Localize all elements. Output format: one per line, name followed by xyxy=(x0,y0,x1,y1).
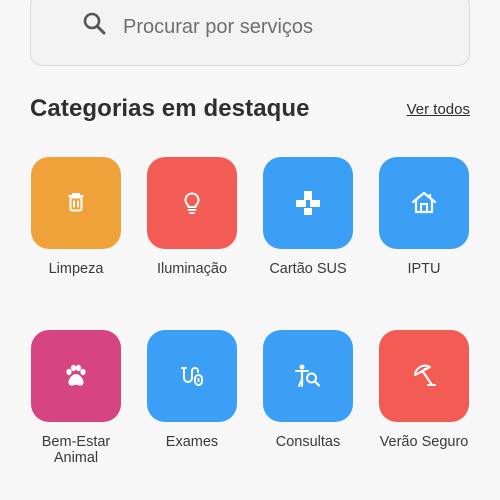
category-exames[interactable]: Exames xyxy=(134,330,250,450)
paw-icon xyxy=(62,362,90,390)
doctor-search-icon xyxy=(294,362,322,390)
house-icon xyxy=(410,189,438,217)
trash-icon xyxy=(63,190,89,216)
category-card[interactable] xyxy=(31,157,121,249)
category-card[interactable] xyxy=(31,330,121,422)
test-tube-icon xyxy=(178,362,206,390)
category-limpeza[interactable]: Limpeza xyxy=(18,157,134,277)
umbrella-icon xyxy=(410,362,438,390)
health-card-icon xyxy=(294,189,322,217)
category-label: Consultas xyxy=(275,434,341,450)
category-label: Verão Seguro xyxy=(379,434,469,450)
category-verao-seguro[interactable]: Verão Seguro xyxy=(366,330,482,450)
category-card[interactable] xyxy=(379,157,469,249)
category-bem-estar-animal[interactable]: Bem-Estar Animal xyxy=(18,330,134,466)
category-card[interactable] xyxy=(263,330,353,422)
category-label: IPTU xyxy=(407,261,441,277)
category-label: Limpeza xyxy=(48,261,104,277)
category-label: Cartão SUS xyxy=(269,261,347,277)
category-card[interactable] xyxy=(263,157,353,249)
lightbulb-icon xyxy=(179,190,205,216)
category-card[interactable] xyxy=(147,330,237,422)
category-card[interactable] xyxy=(147,157,237,249)
category-card[interactable] xyxy=(379,330,469,422)
category-grid: Limpeza Iluminação Cartão SUS IPTU Bem-E… xyxy=(0,0,500,500)
category-label: Bem-Estar Animal xyxy=(41,434,111,466)
category-iluminacao[interactable]: Iluminação xyxy=(134,157,250,277)
category-cartao-sus[interactable]: Cartão SUS xyxy=(250,157,366,277)
category-consultas[interactable]: Consultas xyxy=(250,330,366,450)
category-label: Exames xyxy=(165,434,219,450)
category-label: Iluminação xyxy=(156,261,228,277)
category-iptu[interactable]: IPTU xyxy=(366,157,482,277)
